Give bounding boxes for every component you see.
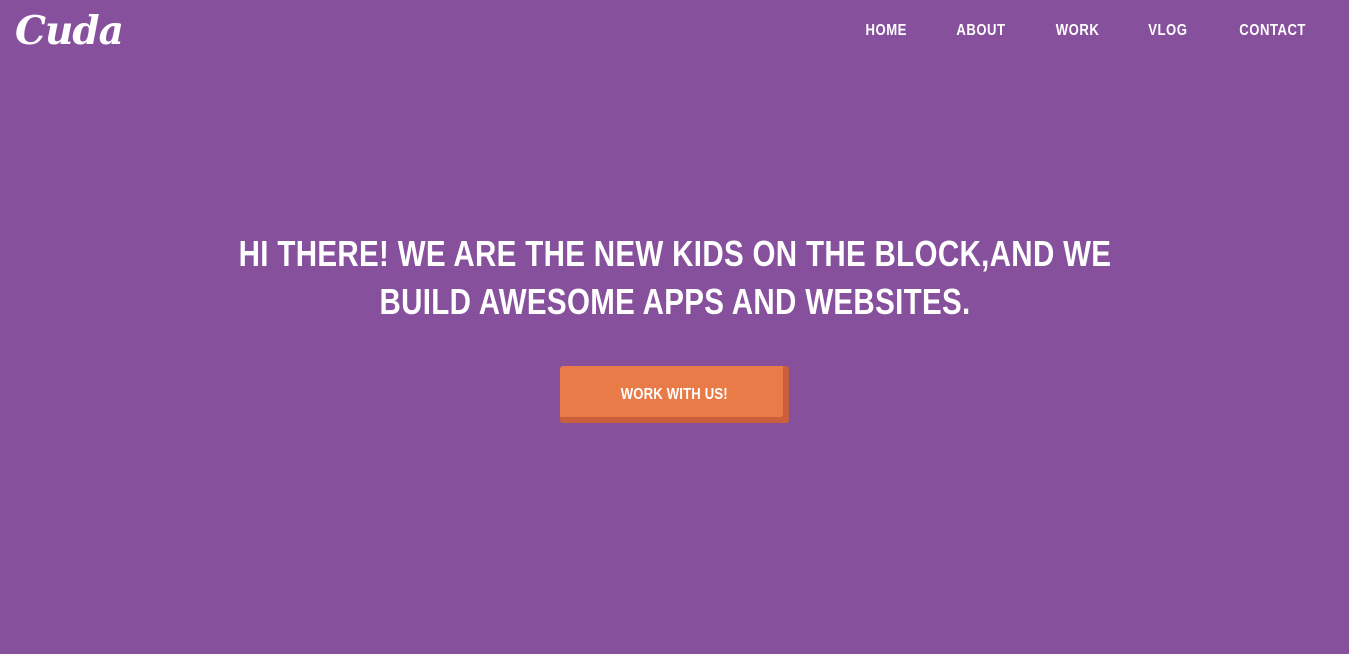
work-with-us-label: WORK WITH US! — [620, 385, 729, 403]
brand-logo[interactable]: Cuda — [15, 8, 124, 54]
nav-about[interactable]: ABOUT — [956, 20, 1005, 42]
nav-contact[interactable]: CONTACT — [1239, 20, 1306, 42]
hero-headline: HI THERE! WE ARE THE NEW KIDS ON THE BLO… — [238, 233, 1111, 322]
nav-work[interactable]: WORK — [1056, 20, 1100, 42]
nav-vlog[interactable]: VLOG — [1148, 20, 1187, 42]
nav-home[interactable]: HOME — [865, 20, 906, 42]
hero-section: HI THERE! WE ARE THE NEW KIDS ON THE BLO… — [0, 230, 1349, 326]
site-header: Cuda HOME ABOUT WORK VLOG CONTACT — [0, 0, 1349, 64]
work-with-us-button[interactable]: WORK WITH US! — [560, 366, 789, 423]
main-nav: HOME ABOUT WORK VLOG CONTACT — [861, 20, 1313, 42]
